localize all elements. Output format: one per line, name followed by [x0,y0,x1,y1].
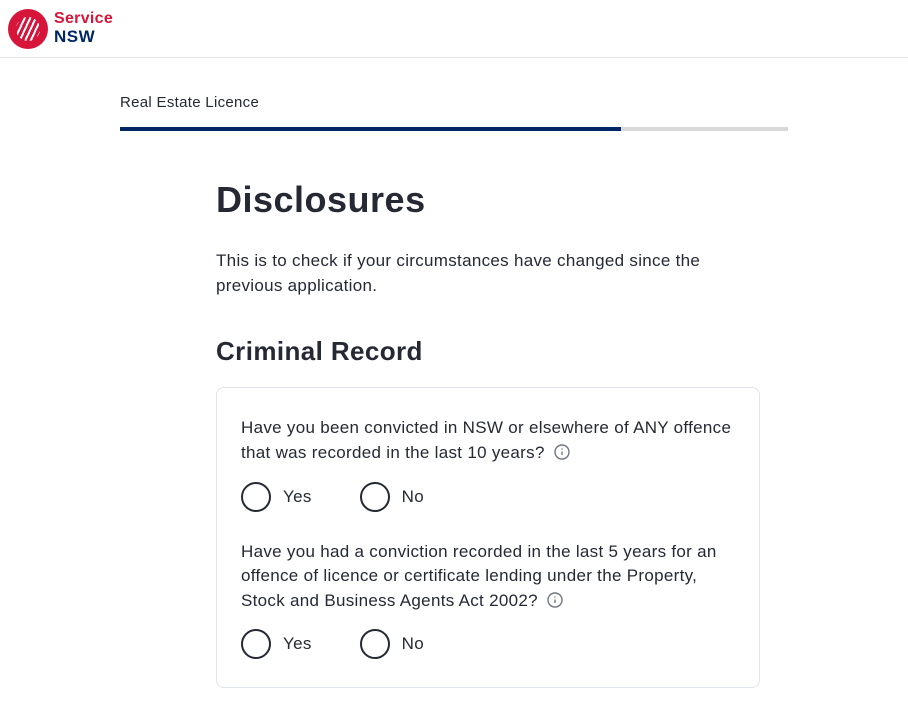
breadcrumb-area: Real Estate Licence [0,58,908,143]
logo-text-bottom: NSW [54,28,113,46]
radio-row: Yes No [241,482,735,512]
info-icon[interactable] [554,443,570,459]
radio-label-no: No [402,487,424,507]
logo-text-top: Service [54,11,113,28]
radio-label-no: No [402,634,424,654]
logo-text: Service NSW [54,11,113,46]
radio-no[interactable]: No [360,482,424,512]
question-block-1: Have you been convicted in NSW or elsewh… [241,416,735,511]
radio-icon [241,629,271,659]
question-1-text: Have you been convicted in NSW or elsewh… [241,418,731,462]
radio-no[interactable]: No [360,629,424,659]
logo-icon [8,9,48,49]
section-title: Criminal Record [216,336,760,367]
radio-icon [360,482,390,512]
page-title: Disclosures [216,179,760,221]
radio-label-yes: Yes [283,634,312,654]
radio-yes[interactable]: Yes [241,482,312,512]
radio-yes[interactable]: Yes [241,629,312,659]
breadcrumb: Real Estate Licence [120,94,788,111]
criminal-record-card: Have you been convicted in NSW or elsewh… [216,387,760,688]
progress-bar [120,127,788,131]
question-2-text: Have you had a conviction recorded in th… [241,542,717,610]
question-block-2: Have you had a conviction recorded in th… [241,540,735,660]
radio-row: Yes No [241,629,735,659]
radio-icon [360,629,390,659]
question-text: Have you been convicted in NSW or elsewh… [241,416,735,465]
app-header: Service NSW [0,0,908,58]
main-content: Disclosures This is to check if your cir… [216,143,760,728]
progress-fill [120,127,621,131]
radio-icon [241,482,271,512]
question-text: Have you had a conviction recorded in th… [241,540,735,614]
page-intro: This is to check if your circumstances h… [216,249,760,298]
radio-label-yes: Yes [283,487,312,507]
logo[interactable]: Service NSW [8,9,113,49]
info-icon[interactable] [547,591,563,607]
